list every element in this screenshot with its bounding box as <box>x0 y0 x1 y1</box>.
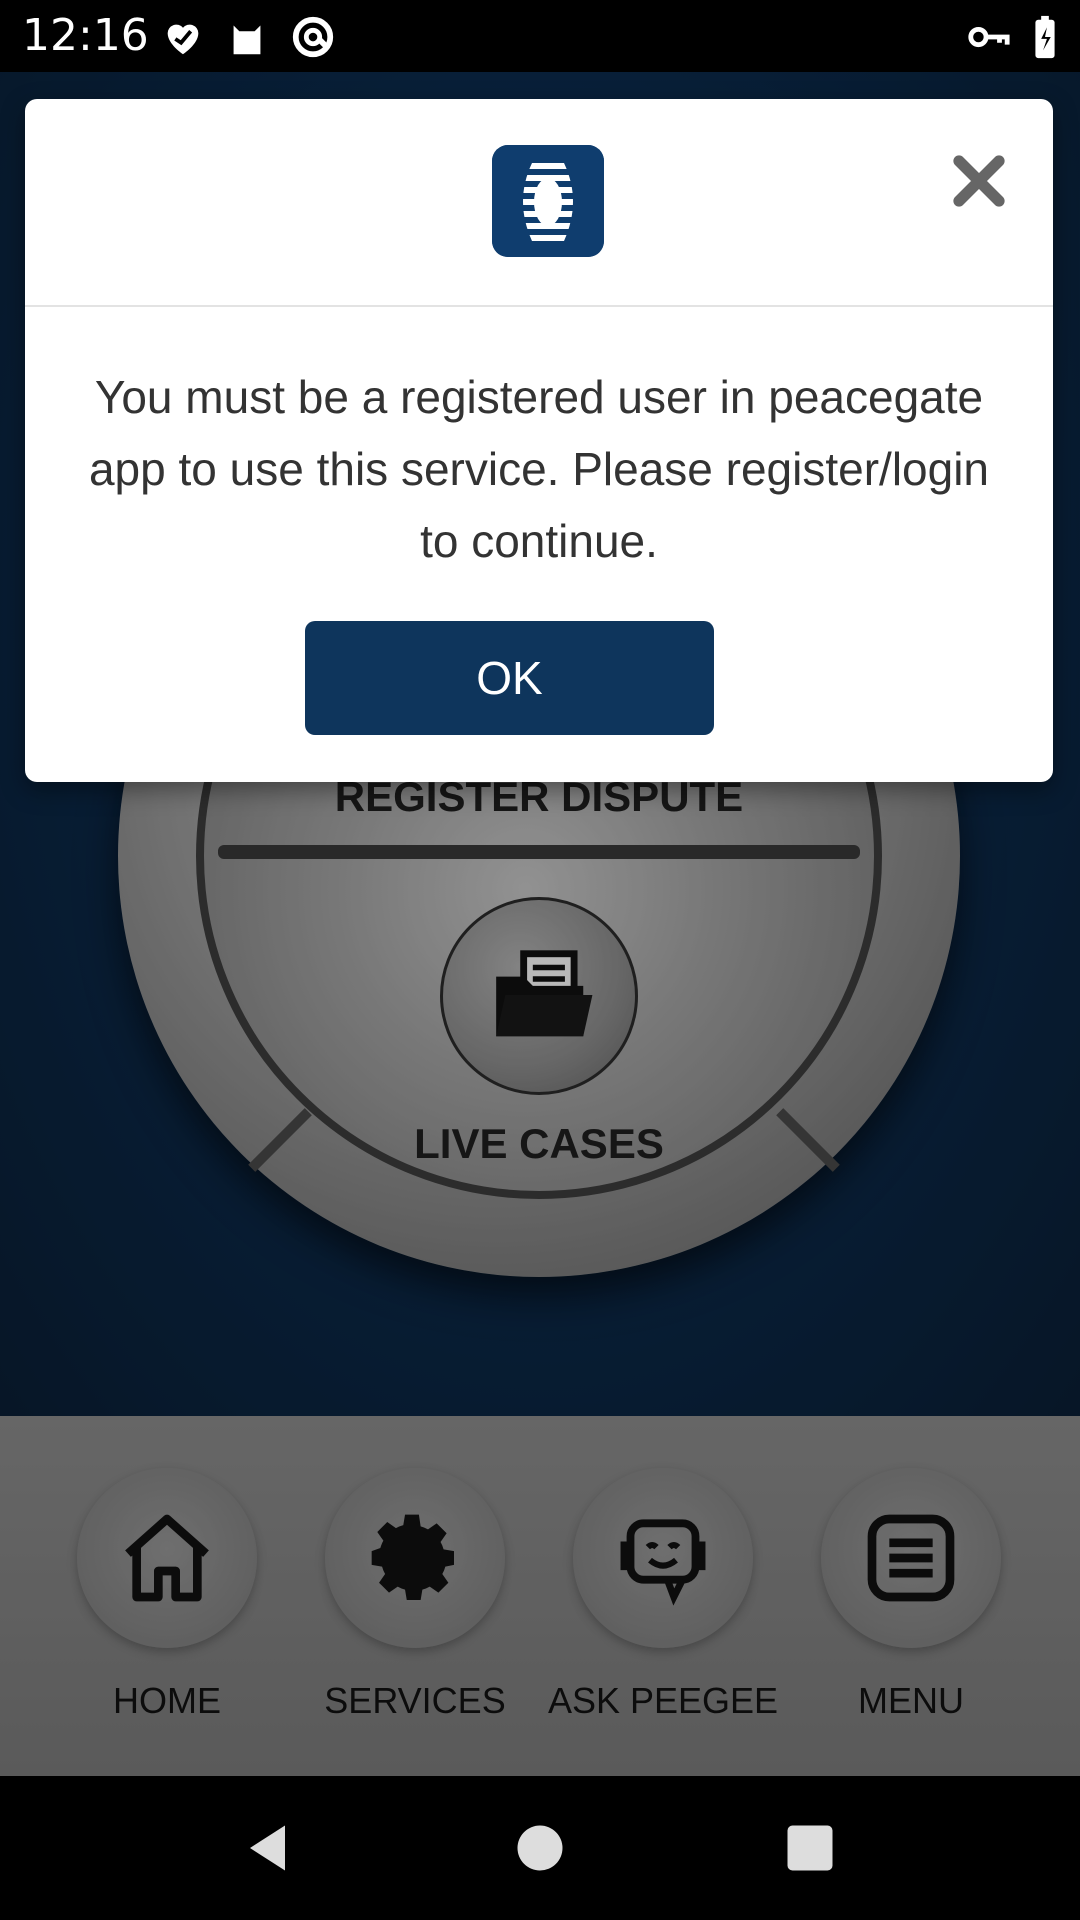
heart-notification-icon <box>160 14 206 60</box>
close-icon[interactable] <box>949 151 1009 211</box>
home-circle-icon[interactable] <box>510 1818 570 1878</box>
vpn-key-icon <box>964 14 1012 60</box>
system-nav-bar <box>0 1776 1080 1920</box>
at-sign-notification-icon <box>290 14 336 60</box>
status-time: 12:16 <box>22 10 149 61</box>
ok-button[interactable]: OK <box>305 621 714 735</box>
battery-charging-icon <box>1030 14 1060 60</box>
back-icon[interactable] <box>240 1818 300 1878</box>
dialog-message: You must be a registered user in peacega… <box>88 371 990 567</box>
status-bar: 12:16 <box>0 0 1080 72</box>
dialog-header <box>25 99 1053 307</box>
peacegate-logo <box>492 145 604 257</box>
login-required-dialog: You must be a registered user in peacega… <box>25 99 1053 782</box>
cat-notification-icon <box>224 14 270 60</box>
recents-icon[interactable] <box>780 1818 840 1878</box>
